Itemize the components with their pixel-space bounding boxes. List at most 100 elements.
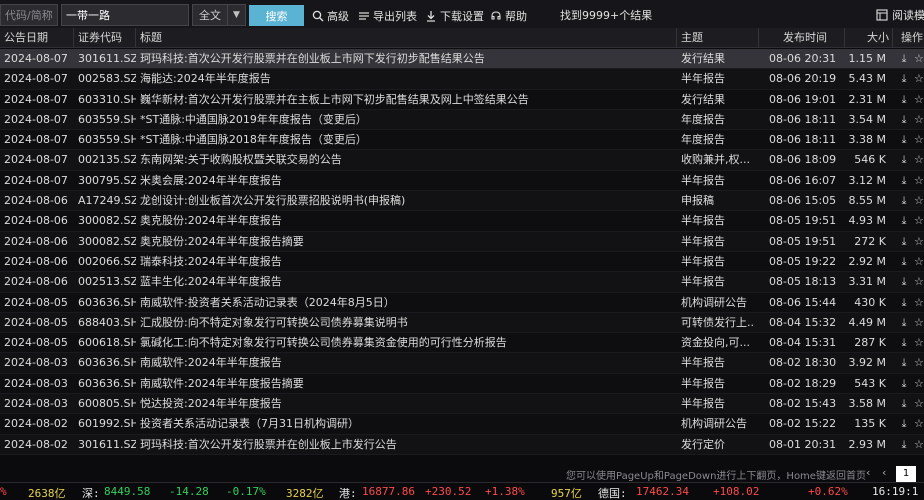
row-title[interactable]: *ST通脉:中通国脉2019年年度报告（变更后） [140,110,675,130]
star-icon[interactable]: ☆ [914,293,924,313]
table-row[interactable]: 2024-08-07 002583.SZ 海能达:2024年半年度报告 半年报告… [0,69,924,90]
star-icon[interactable]: ☆ [914,130,924,150]
star-icon[interactable]: ☆ [914,394,924,414]
table-row[interactable]: 2024-08-07 603310.SH 巍华新材:首次公开发行股票并在主板上市… [0,89,924,110]
advanced-button[interactable]: 高级 [312,6,349,26]
star-icon[interactable]: ☆ [914,272,924,292]
table-row[interactable]: 2024-08-07 301611.SZ 珂玛科技:首次公开发行股票并在创业板上… [0,49,924,70]
download-icon[interactable]: ⤓ [898,435,910,455]
header-date[interactable]: 公告日期 [0,28,74,48]
row-title[interactable]: 巍华新材:首次公开发行股票并在主板上市网下初步配售结果及网上中签结果公告 [140,90,675,110]
header-title[interactable]: 标题 [136,28,677,48]
download-icon[interactable]: ⤓ [898,394,910,414]
star-icon[interactable]: ☆ [914,49,924,69]
star-icon[interactable]: ☆ [914,435,924,455]
download-icon[interactable]: ⤓ [898,49,910,69]
star-icon[interactable]: ☆ [914,171,924,191]
first-page-button[interactable]: ‹ [866,466,870,479]
table-row[interactable]: 2024-08-06 300082.SZ 奥克股份:2024年半年度报告摘要 半… [0,231,924,252]
download-icon[interactable]: ⤓ [898,313,910,333]
download-icon[interactable]: ⤓ [898,191,910,211]
star-icon[interactable]: ☆ [914,353,924,373]
scope-select[interactable]: 全文 ▼ [192,4,246,26]
header-size[interactable]: 大小 [845,28,893,48]
table-row[interactable]: 2024-08-06 A17249.SZ 龙创设计:创业板首次公开发行股票招股说… [0,191,924,212]
download-icon[interactable]: ⤓ [898,130,910,150]
star-icon[interactable]: ☆ [914,313,924,333]
star-icon[interactable]: ☆ [914,333,924,353]
row-title[interactable]: 奥克股份:2024年半年度报告 [140,211,675,231]
table-row[interactable]: 2024-08-03 600805.SH 悦达投资:2024年半年度报告 半年报… [0,394,924,415]
keyword-input[interactable] [61,4,189,26]
row-title[interactable]: *ST通脉:中通国脉2018年年度报告（变更后） [140,130,675,150]
header-topic[interactable]: 主题 [677,28,759,48]
row-title[interactable]: 奥克股份:2024年半年度报告摘要 [140,232,675,252]
table-row[interactable]: 2024-08-07 603559.SH *ST通脉:中通国脉2019年年度报告… [0,109,924,131]
download-settings-button[interactable]: 下载设置 [425,6,484,26]
download-icon[interactable]: ⤓ [898,333,910,353]
chevron-down-icon[interactable]: ▼ [227,5,245,25]
download-icon[interactable]: ⤓ [898,374,910,394]
row-title[interactable]: 龙创设计:创业板首次公开发行股票招股说明书(申报稿) [140,191,675,211]
download-icon[interactable]: ⤓ [898,110,910,130]
search-button[interactable]: 搜索 [249,5,304,26]
prev-page-button[interactable]: ‹ [882,466,886,479]
download-icon[interactable]: ⤓ [898,211,910,231]
row-title[interactable]: 投资者关系活动记录表（7月31日机构调研） [140,414,675,434]
download-icon[interactable]: ⤓ [898,252,910,272]
star-icon[interactable]: ☆ [914,90,924,110]
row-title[interactable]: 米奥会展:2024年半年度报告 [140,171,675,191]
page-number[interactable]: 1 [896,466,916,482]
row-title[interactable]: 氯碱化工:向不特定对象发行可转换公司债券募集资金使用的可行性分析报告 [140,333,675,353]
table-row[interactable]: 2024-08-02 601992.SH 投资者关系活动记录表（7月31日机构调… [0,414,924,435]
row-title[interactable]: 汇成股份:向不特定对象发行可转换公司债券募集说明书 [140,313,675,333]
row-time: 08-02 15:22 [769,417,837,431]
table-row[interactable]: 2024-08-03 603636.SH 南威软件:2024年半年度报告 半年报… [0,353,924,374]
star-icon[interactable]: ☆ [914,150,924,170]
row-title[interactable]: 海能达:2024年半年度报告 [140,69,675,89]
table-row[interactable]: 2024-08-05 603636.SH 南威软件:投资者关系活动记录表（202… [0,292,924,313]
star-icon[interactable]: ☆ [914,374,924,394]
table-row[interactable]: 2024-08-07 603559.SH *ST通脉:中通国脉2018年年度报告… [0,130,924,151]
download-icon[interactable]: ⤓ [898,232,910,252]
download-icon[interactable]: ⤓ [898,414,910,434]
table-row[interactable]: 2024-08-07 300795.SZ 米奥会展:2024年半年度报告 半年报… [0,170,924,192]
row-title[interactable]: 悦达投资:2024年半年度报告 [140,394,675,414]
code-input[interactable] [0,4,58,26]
header-code[interactable]: 证券代码 [74,28,136,48]
star-icon[interactable]: ☆ [914,69,924,89]
export-list-button[interactable]: 导出列表 [358,6,417,26]
star-icon[interactable]: ☆ [914,191,924,211]
download-icon[interactable]: ⤓ [898,150,910,170]
download-icon[interactable]: ⤓ [898,171,910,191]
read-mode-button[interactable]: 阅读模 [876,7,924,23]
table-row[interactable]: 2024-08-06 002513.SZ 蓝丰生化:2024年半年度报告 半年报… [0,272,924,293]
star-icon[interactable]: ☆ [914,110,924,130]
row-title[interactable]: 瑞泰科技:2024年半年度报告 [140,252,675,272]
table-row[interactable]: 2024-08-05 600618.SH 氯碱化工:向不特定对象发行可转换公司债… [0,333,924,354]
row-title[interactable]: 珂玛科技:首次公开发行股票并在创业板上市发行公告 [140,435,675,455]
row-title[interactable]: 南威软件:2024年半年度报告 [140,353,675,373]
star-icon[interactable]: ☆ [914,211,924,231]
download-icon[interactable]: ⤓ [898,272,910,292]
row-title[interactable]: 南威软件:2024年半年度报告摘要 [140,374,675,394]
table-row[interactable]: 2024-08-06 002066.SZ 瑞泰科技:2024年半年度报告 半年报… [0,251,924,273]
header-time[interactable]: 发布时间 [759,28,845,48]
download-icon[interactable]: ⤓ [898,293,910,313]
table-row[interactable]: 2024-08-03 603636.SH 南威软件:2024年半年度报告摘要 半… [0,373,924,395]
table-row[interactable]: 2024-08-07 002135.SZ 东南网架:关于收购股权暨关联交易的公告… [0,150,924,171]
row-title[interactable]: 珂玛科技:首次公开发行股票并在创业板上市网下发行初步配售结果公告 [140,49,675,69]
row-title[interactable]: 东南网架:关于收购股权暨关联交易的公告 [140,150,675,170]
star-icon[interactable]: ☆ [914,414,924,434]
help-button[interactable]: 帮助 [490,6,527,26]
table-row[interactable]: 2024-08-06 300082.SZ 奥克股份:2024年半年度报告 半年报… [0,211,924,232]
download-icon[interactable]: ⤓ [898,353,910,373]
star-icon[interactable]: ☆ [914,252,924,272]
table-row[interactable]: 2024-08-05 688403.SH 汇成股份:向不特定对象发行可转换公司债… [0,312,924,334]
download-icon[interactable]: ⤓ [898,90,910,110]
row-title[interactable]: 蓝丰生化:2024年半年度报告 [140,272,675,292]
star-icon[interactable]: ☆ [914,232,924,252]
table-row[interactable]: 2024-08-02 301611.SZ 珂玛科技:首次公开发行股票并在创业板上… [0,434,924,455]
download-icon[interactable]: ⤓ [898,69,910,89]
row-title[interactable]: 南威软件:投资者关系活动记录表（2024年8月5日） [140,293,675,313]
